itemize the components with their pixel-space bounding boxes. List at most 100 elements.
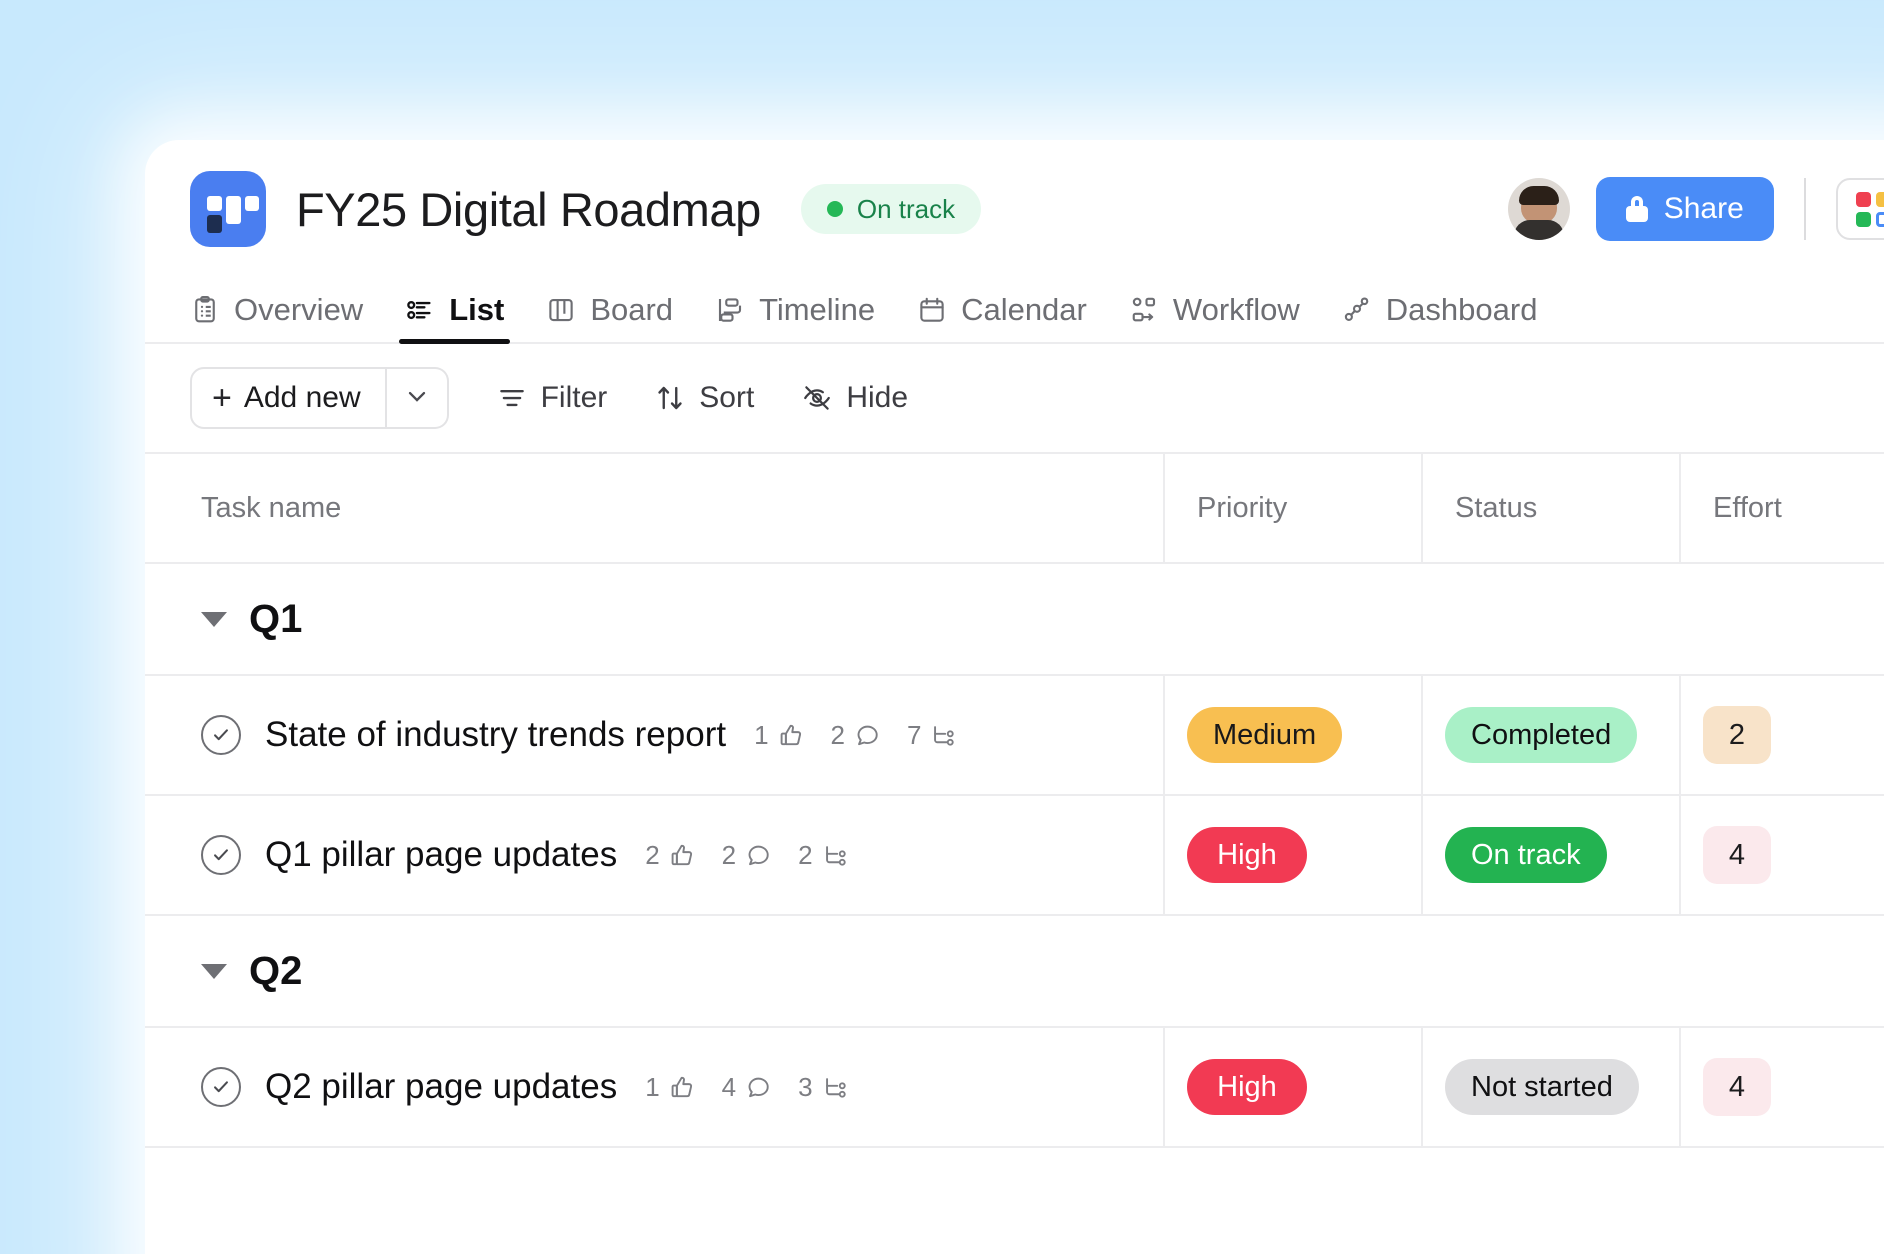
priority-cell[interactable]: High (1163, 1028, 1421, 1148)
filter-button-label: Filter (540, 381, 608, 414)
subtask-count[interactable]: 2 (798, 840, 848, 871)
dashboard-icon (1342, 295, 1372, 325)
table-row[interactable]: Q2 pillar page updates 1 4 3 High Not started… (145, 1028, 1884, 1148)
subtask-icon (822, 1074, 849, 1101)
group-header-q1[interactable]: Q1 (145, 564, 1884, 676)
subtask-icon (930, 722, 957, 749)
column-header-status[interactable]: Status (1421, 454, 1679, 564)
header-actions: Share C (1507, 177, 1884, 241)
effort-chip[interactable]: 2 (1703, 706, 1771, 764)
subtask-count[interactable]: 3 (798, 1072, 848, 1103)
table-row[interactable]: State of industry trends report 1 2 7 Medium… (145, 676, 1884, 796)
tab-board[interactable]: Board (546, 278, 673, 342)
task-meta: 127 (754, 720, 983, 751)
add-new-dropdown-button[interactable] (386, 367, 449, 429)
status-badge[interactable]: On track (800, 184, 982, 234)
effort-cell[interactable]: 2 (1679, 676, 1884, 796)
hide-button[interactable]: Hide (802, 381, 908, 415)
task-name-label: State of industry trends report (265, 715, 727, 754)
collapse-caret-icon[interactable] (201, 963, 227, 979)
tab-timeline-label: Timeline (759, 292, 876, 327)
sort-icon (655, 383, 685, 413)
share-button[interactable]: Share (1595, 177, 1774, 241)
like-count[interactable]: 1 (645, 1072, 695, 1103)
board-icon (546, 295, 576, 325)
priority-badge[interactable]: High (1187, 1059, 1307, 1115)
add-new-group: + Add new (190, 367, 449, 429)
share-button-label: Share (1663, 192, 1744, 225)
status-cell[interactable]: Not started (1421, 1028, 1679, 1148)
hide-button-label: Hide (846, 381, 909, 414)
tab-calendar[interactable]: Calendar (917, 278, 1087, 342)
table-body: Q1 State of industry trends report 1 2 7 Medi… (145, 564, 1884, 1148)
complete-check-icon[interactable] (201, 715, 241, 755)
effort-chip[interactable]: 4 (1703, 826, 1771, 884)
comment-count[interactable]: 2 (722, 840, 772, 871)
status-badge-cell[interactable]: On track (1445, 827, 1607, 883)
app-window: FY25 Digital Roadmap On track Share C (145, 140, 1884, 1254)
sort-button[interactable]: Sort (655, 381, 754, 415)
chevron-down-icon (403, 382, 431, 415)
status-dot-icon (826, 201, 843, 217)
subtask-icon (822, 842, 849, 869)
tab-timeline[interactable]: Timeline (715, 278, 875, 342)
tab-workflow[interactable]: Workflow (1129, 278, 1300, 342)
collapse-caret-icon[interactable] (201, 611, 227, 627)
comment-count[interactable]: 2 (831, 720, 881, 751)
status-badge-label: On track (856, 193, 956, 224)
task-meta: 222 (645, 840, 874, 871)
complete-check-icon[interactable] (201, 1067, 241, 1107)
task-name-cell[interactable]: State of industry trends report 1 2 7 (145, 676, 1163, 796)
tab-dashboard[interactable]: Dashboard (1342, 278, 1538, 342)
status-cell[interactable]: Completed (1421, 676, 1679, 796)
column-header-task-name[interactable]: Task name (145, 454, 1163, 564)
task-meta: 143 (645, 1072, 874, 1103)
tab-list-label: List (449, 292, 505, 327)
tab-overview-label: Overview (234, 292, 364, 327)
effort-cell[interactable]: 4 (1679, 1028, 1884, 1148)
complete-check-icon[interactable] (201, 835, 241, 875)
priority-badge[interactable]: Medium (1187, 707, 1343, 763)
customize-button[interactable]: C (1835, 178, 1884, 240)
thumbs-up-icon (669, 842, 696, 869)
priority-cell[interactable]: Medium (1163, 676, 1421, 796)
task-name-cell[interactable]: Q1 pillar page updates 2 2 2 (145, 796, 1163, 916)
effort-chip[interactable]: 4 (1703, 1058, 1771, 1116)
add-new-button-label: Add new (243, 381, 361, 414)
effort-cell[interactable]: 4 (1679, 796, 1884, 916)
clipboard-icon (190, 295, 220, 325)
comment-icon (745, 1074, 772, 1101)
eye-off-icon (802, 383, 832, 413)
sort-button-label: Sort (699, 381, 755, 414)
status-badge-cell[interactable]: Not started (1445, 1059, 1639, 1115)
filter-button[interactable]: Filter (497, 381, 608, 415)
column-header-priority[interactable]: Priority (1163, 454, 1421, 564)
workflow-icon (1129, 295, 1159, 325)
comment-icon (745, 842, 772, 869)
lock-icon (1625, 196, 1648, 222)
avatar[interactable] (1507, 178, 1570, 240)
toolbar: + Add new Filter Sort Hide (145, 344, 1884, 454)
task-name-cell[interactable]: Q2 pillar page updates 1 4 3 (145, 1028, 1163, 1148)
priority-cell[interactable]: High (1163, 796, 1421, 916)
status-badge-cell[interactable]: Completed (1445, 707, 1638, 763)
table-row[interactable]: Q1 pillar page updates 2 2 2 High On track 4 (145, 796, 1884, 916)
tab-board-label: Board (590, 292, 674, 327)
tab-overview[interactable]: Overview (190, 278, 363, 342)
calendar-icon (917, 295, 947, 325)
status-cell[interactable]: On track (1421, 796, 1679, 916)
tab-list[interactable]: List (399, 278, 511, 344)
tab-calendar-label: Calendar (961, 292, 1087, 327)
group-header-q2[interactable]: Q2 (145, 916, 1884, 1028)
tab-dashboard-label: Dashboard (1385, 292, 1538, 327)
like-count[interactable]: 1 (754, 720, 804, 751)
group-name: Q1 (249, 596, 303, 641)
comment-count[interactable]: 4 (722, 1072, 772, 1103)
add-new-button[interactable]: + Add new (190, 367, 387, 429)
header-divider (1803, 178, 1806, 240)
column-header-effort[interactable]: Effort (1679, 454, 1884, 564)
like-count[interactable]: 2 (645, 840, 695, 871)
group-name: Q2 (249, 948, 303, 993)
priority-badge[interactable]: High (1187, 827, 1307, 883)
subtask-count[interactable]: 7 (907, 720, 957, 751)
